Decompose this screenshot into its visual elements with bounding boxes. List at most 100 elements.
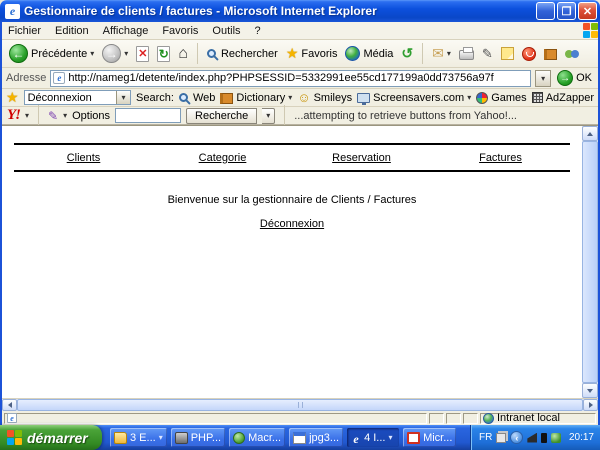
toolbar-star-icon[interactable]: ★ — [6, 89, 19, 106]
search-combo[interactable]: Déconnexion ▾ — [23, 90, 132, 105]
menu-affichage[interactable]: Affichage — [103, 25, 149, 37]
discuss-button[interactable] — [498, 46, 517, 61]
task-label: PHP... — [190, 431, 222, 444]
yahoo-search-button[interactable]: Recherche — [186, 107, 258, 124]
nav-link-factures[interactable]: Factures — [431, 152, 570, 164]
msn-messenger-button[interactable] — [562, 46, 584, 62]
games-label: Games — [491, 91, 527, 104]
menu-favoris[interactable]: Favoris — [162, 25, 198, 37]
pencil-dropdown-icon[interactable]: ▾ — [63, 111, 67, 120]
mail-button[interactable]: ✉ ▾ — [429, 44, 454, 63]
taskbar-button-jpg[interactable]: jpg3... — [289, 428, 344, 447]
task-label: Micr... — [423, 431, 453, 444]
horizontal-scrollbar[interactable] — [2, 398, 598, 411]
dreamweaver-icon — [233, 431, 246, 444]
options-label[interactable]: Options — [72, 110, 110, 122]
screensavers-label: Screensavers.com — [373, 91, 465, 104]
standard-toolbar: ← Précédente ▾ → ▾ ✕ ↻ ⌂ Rechercher ★ Fa… — [2, 40, 598, 68]
page-content: Clients Categorie Reservation Factures B… — [2, 126, 582, 398]
dictionary-button[interactable]: Dictionary ▾ — [220, 91, 292, 104]
yahoo-dropdown-icon[interactable]: ▾ — [25, 111, 29, 120]
screensavers-button[interactable]: Screensavers.com ▾ — [357, 91, 471, 105]
media-globe-icon — [345, 46, 361, 61]
screensavers-dropdown-icon[interactable]: ▾ — [467, 93, 471, 102]
pencil-icon[interactable]: ✎ — [48, 109, 58, 123]
taskbar-button-ie-group[interactable]: e 4 I... ▾ — [347, 428, 400, 447]
smileys-button[interactable]: ☺ Smileys — [297, 90, 352, 105]
edit-button[interactable]: ✎ — [479, 45, 496, 63]
nav-link-clients[interactable]: Clients — [14, 152, 153, 164]
yahoo-toolbar: Y! ▾ ✎ ▾ Options Recherche ▾ ...attempti… — [2, 105, 598, 126]
menu-edition[interactable]: Edition — [55, 25, 89, 37]
home-button[interactable]: ⌂ — [175, 45, 191, 62]
media-button[interactable]: Média — [342, 45, 396, 62]
taskbar-button-macromedia[interactable]: Macr... — [229, 428, 286, 447]
back-label: Précédente — [31, 47, 88, 60]
language-indicator[interactable]: FR — [479, 432, 492, 443]
close-button[interactable]: ✕ — [578, 2, 597, 20]
taskbar-button-php[interactable]: PHP... — [170, 428, 226, 447]
vertical-scroll-thumb[interactable] — [582, 141, 598, 383]
forward-button[interactable]: → ▾ — [99, 43, 131, 64]
yahoo-search-input[interactable] — [115, 108, 182, 123]
taskbar-button-explorer-group[interactable]: 3 E... ▾ — [110, 428, 167, 447]
phone-tray-icon[interactable] — [541, 432, 548, 443]
yahoo-messenger-button[interactable] — [519, 46, 539, 62]
status-main-panel: e — [4, 412, 427, 424]
scroll-down-button[interactable] — [582, 383, 598, 398]
print-icon — [458, 47, 474, 60]
tray-window-icon[interactable] — [496, 432, 507, 443]
nav-link-reservation[interactable]: Reservation — [292, 152, 431, 164]
toolbar-separator — [38, 105, 40, 126]
dictionary-dropdown-icon[interactable]: ▾ — [288, 93, 292, 102]
stop-button[interactable]: ✕ — [133, 45, 152, 63]
logout-link[interactable]: Déconnexion — [2, 218, 582, 230]
network-tray-icon[interactable] — [527, 432, 538, 443]
address-input[interactable]: e http://nameg1/detente/index.php?PHPSES… — [50, 69, 532, 87]
hide-icons-chevron[interactable]: ‹ — [510, 431, 524, 444]
go-button[interactable]: → OK — [555, 70, 594, 86]
yahoo-logo-icon[interactable]: Y! — [7, 107, 21, 124]
nav-link-categorie[interactable]: Categorie — [153, 152, 292, 164]
taskbar-button-micro[interactable]: Micr... — [403, 428, 457, 447]
back-button[interactable]: ← Précédente ▾ — [6, 43, 97, 64]
msn-messenger-icon — [564, 47, 581, 61]
vertical-scrollbar[interactable] — [582, 126, 598, 398]
scroll-up-button[interactable] — [582, 126, 598, 141]
search-button[interactable]: Rechercher — [204, 47, 281, 61]
smiley-icon: ☺ — [297, 90, 311, 105]
php-app-icon — [174, 431, 188, 444]
mail-dropdown-icon[interactable]: ▾ — [447, 49, 451, 58]
window-title: Gestionnaire de clients / factures - Mic… — [24, 4, 377, 18]
refresh-button[interactable]: ↻ — [154, 45, 173, 63]
group-dropdown-icon: ▾ — [388, 433, 393, 442]
history-button[interactable]: ↺ — [398, 44, 416, 63]
back-dropdown-icon[interactable]: ▾ — [90, 49, 94, 58]
print-button[interactable] — [456, 46, 477, 61]
taskbar-clock[interactable]: 20:17 — [569, 432, 594, 443]
start-button[interactable]: démarrer — [0, 425, 102, 450]
note-icon — [500, 47, 514, 60]
favorites-star-icon: ★ — [285, 45, 299, 61]
forward-dropdown-icon[interactable]: ▾ — [124, 49, 128, 58]
scroll-right-button[interactable] — [583, 399, 598, 411]
yahoo-search-dropdown[interactable]: ▾ — [262, 107, 276, 124]
scroll-left-button[interactable] — [2, 399, 17, 411]
favorites-button[interactable]: ★ Favoris — [283, 44, 341, 63]
research-button[interactable] — [541, 46, 560, 61]
media-label: Média — [363, 47, 394, 60]
menu-outils[interactable]: Outils — [212, 25, 240, 37]
web-search-button[interactable]: Web — [178, 92, 215, 104]
address-dropdown-button[interactable]: ▾ — [535, 69, 552, 87]
search-prefix-label: Search: — [136, 91, 174, 104]
menu-fichier[interactable]: Fichier — [8, 25, 41, 37]
search-combo-dropdown[interactable]: ▾ — [116, 91, 131, 104]
green-tray-icon[interactable] — [551, 432, 562, 443]
menu-bar: Fichier Edition Affichage Favoris Outils… — [2, 22, 598, 40]
games-button[interactable]: Games — [476, 91, 527, 104]
menu-aide[interactable]: ? — [255, 25, 261, 37]
maximize-button[interactable]: ❐ — [557, 2, 576, 20]
minimize-button[interactable]: _ — [536, 2, 555, 21]
adzapper-button[interactable]: AdZapper — [531, 92, 594, 104]
horizontal-scroll-thumb[interactable] — [17, 399, 583, 411]
